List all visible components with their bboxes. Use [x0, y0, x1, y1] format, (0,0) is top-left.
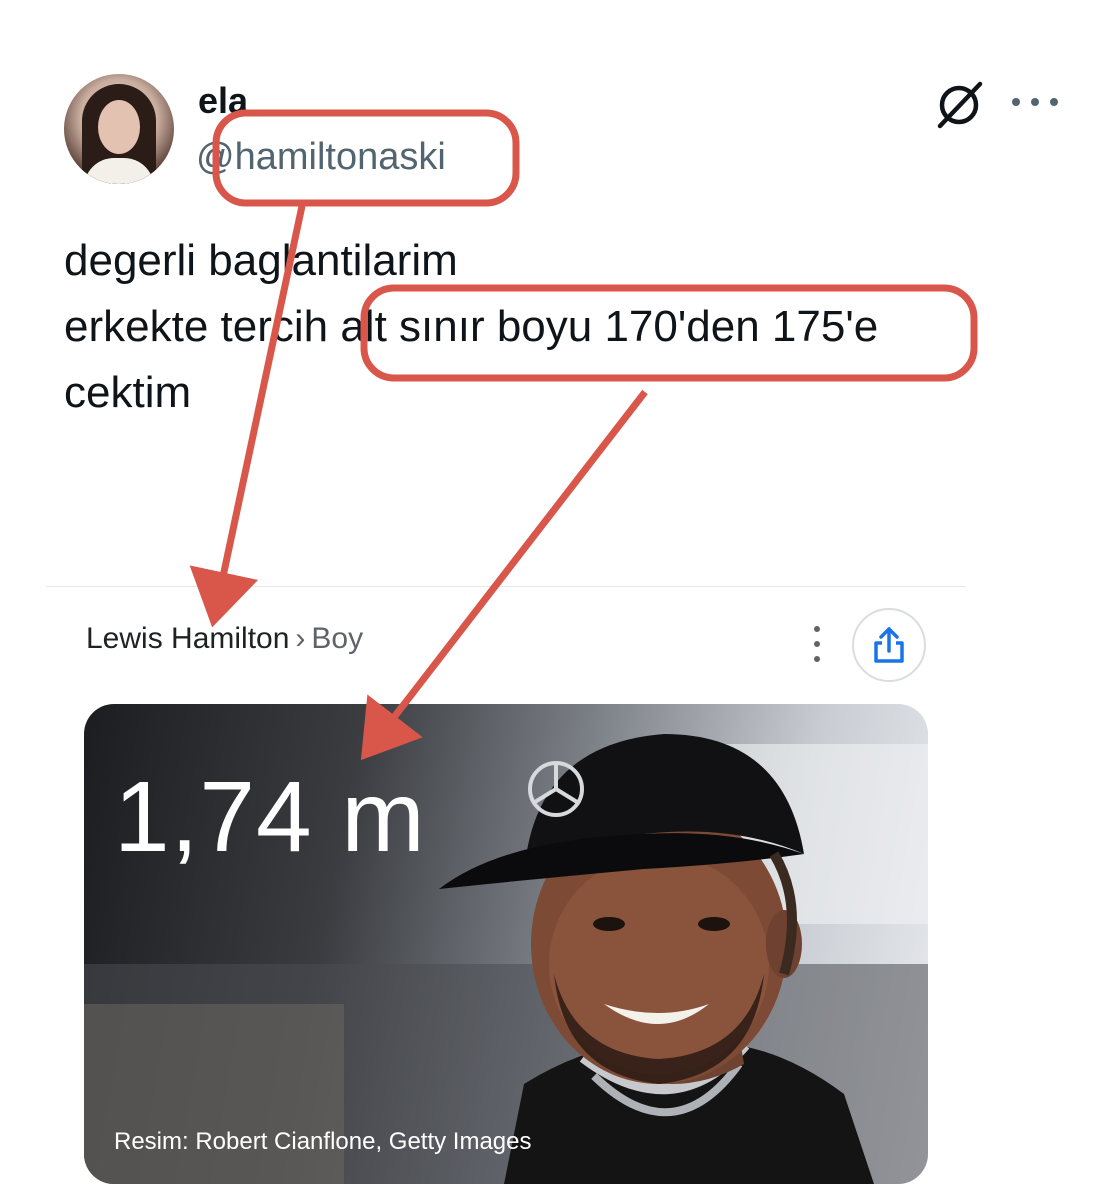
breadcrumb: Lewis Hamilton › Boy — [86, 622, 363, 656]
avatar-face — [98, 100, 140, 154]
dot — [1012, 98, 1020, 106]
dot — [814, 626, 820, 632]
tweet-line: degerli baglantilarim — [64, 236, 458, 285]
divider — [46, 586, 966, 587]
display-name[interactable]: ela — [198, 80, 248, 122]
dot — [1050, 98, 1058, 106]
more-vert-icon[interactable] — [806, 626, 828, 662]
avatar[interactable] — [64, 74, 174, 184]
more-options-icon[interactable] — [1012, 82, 1058, 122]
photo-credit: Resim: Robert Cianflone, Getty Images — [114, 1128, 532, 1155]
share-icon — [874, 627, 904, 663]
grok-icon[interactable] — [932, 78, 986, 132]
breadcrumb-separator: › — [295, 622, 306, 655]
screenshot: ela @hamiltonaski degerli baglantilarim … — [0, 0, 1099, 1200]
dot — [814, 656, 820, 662]
user-handle[interactable]: @hamiltonaski — [196, 136, 446, 179]
share-button[interactable] — [852, 608, 926, 682]
tweet-text: degerli baglantilarim erkekte tercih alt… — [64, 228, 1024, 426]
tweet-line: erkekte tercih alt sınır boyu 170'den 17… — [64, 302, 879, 351]
height-value: 1,74 m — [114, 761, 426, 873]
dot — [814, 641, 820, 647]
arrow-to-height — [360, 389, 648, 761]
breadcrumb-leaf[interactable]: Boy — [311, 622, 363, 655]
breadcrumb-parent[interactable]: Lewis Hamilton — [86, 622, 289, 655]
tweet-line: cektim — [64, 368, 192, 417]
result-photo-card[interactable]: 1,74 m Resim: Robert Cianflone, Getty Im… — [84, 704, 928, 1184]
dot — [1031, 98, 1039, 106]
